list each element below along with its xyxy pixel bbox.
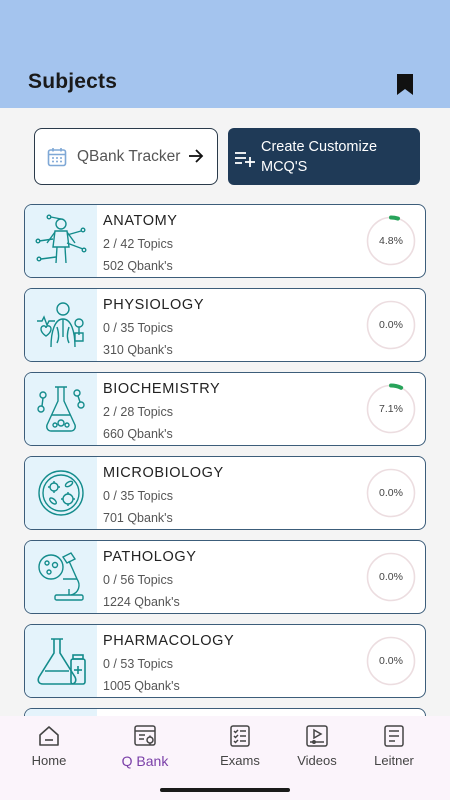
leitner-icon bbox=[384, 725, 404, 747]
physiology-icon bbox=[37, 302, 84, 348]
progress-percent: 7.1% bbox=[379, 403, 403, 415]
subject-card-physiology[interactable]: PHYSIOLOGY 0 / 35 Topics 310 Qbank's 0.0… bbox=[24, 288, 426, 362]
nav-qbank[interactable]: Q Bank bbox=[105, 724, 185, 790]
subject-name: MICROBIOLOGY bbox=[103, 465, 224, 481]
subject-topics: 0 / 56 Topics bbox=[103, 573, 173, 587]
playlist-add-icon bbox=[235, 151, 255, 167]
arrow-right-icon bbox=[189, 149, 204, 163]
subject-qbank-count: 1005 Qbank's bbox=[103, 679, 180, 693]
app-header: Subjects bbox=[0, 0, 450, 108]
progress-percent: 0.0% bbox=[379, 571, 403, 583]
nav-home[interactable]: Home bbox=[9, 724, 89, 790]
subject-topics: 0 / 35 Topics bbox=[103, 321, 173, 335]
home-indicator bbox=[160, 788, 290, 792]
subject-card-partial[interactable] bbox=[24, 708, 426, 716]
subject-card-biochemistry[interactable]: BIOCHEMISTRY 2 / 28 Topics 660 Qbank's 7… bbox=[24, 372, 426, 446]
videos-icon bbox=[306, 725, 328, 747]
subject-qbank-count: 502 Qbank's bbox=[103, 259, 173, 273]
nav-leitner-label: Leitner bbox=[374, 753, 414, 768]
subject-card-pathology[interactable]: PATHOLOGY 0 / 56 Topics 1224 Qbank's 0.0… bbox=[24, 540, 426, 614]
create-customize-mcq-label: Create Customize MCQ'S bbox=[261, 138, 378, 175]
pharmacology-icon bbox=[37, 638, 86, 685]
subject-qbank-count: 1224 Qbank's bbox=[103, 595, 180, 609]
pathology-icon bbox=[38, 552, 84, 601]
subject-card-pharmacology[interactable]: PHARMACOLOGY 0 / 53 Topics 1005 Qbank's … bbox=[24, 624, 426, 698]
subject-card-anatomy[interactable]: ANATOMY 2 / 42 Topics 502 Qbank's 4.8% bbox=[24, 204, 426, 278]
create-customize-mcq-button[interactable]: Create Customize MCQ'S bbox=[228, 128, 420, 185]
anatomy-icon bbox=[35, 214, 87, 264]
subject-icon-box bbox=[25, 541, 97, 613]
page-title: Subjects bbox=[28, 70, 118, 93]
qbank-icon bbox=[134, 725, 156, 746]
nav-leitner[interactable]: Leitner bbox=[354, 724, 434, 790]
progress-percent: 0.0% bbox=[379, 319, 403, 331]
subject-icon-box bbox=[25, 625, 97, 697]
subject-icon-box bbox=[25, 709, 97, 716]
subject-icon-box bbox=[25, 457, 97, 529]
subject-qbank-count: 660 Qbank's bbox=[103, 427, 173, 441]
subject-topics: 2 / 28 Topics bbox=[103, 405, 173, 419]
subject-icon-box bbox=[25, 289, 97, 361]
subject-card-microbiology[interactable]: MICROBIOLOGY 0 / 35 Topics 701 Qbank's 0… bbox=[24, 456, 426, 530]
qbank-tracker-label: QBank Tracker bbox=[77, 147, 181, 165]
nav-home-label: Home bbox=[31, 753, 67, 768]
qbank-tracker-button[interactable]: QBank Tracker bbox=[34, 128, 218, 185]
subject-icon-box bbox=[25, 205, 97, 277]
subject-name: PHARMACOLOGY bbox=[103, 633, 235, 649]
subject-name: ANATOMY bbox=[103, 213, 178, 229]
progress-percent: 0.0% bbox=[379, 487, 403, 499]
nav-qbank-label: Q Bank bbox=[121, 753, 169, 769]
subject-icon-box bbox=[25, 373, 97, 445]
home-icon bbox=[39, 726, 59, 746]
subject-topics: 0 / 53 Topics bbox=[103, 657, 173, 671]
bookmark-icon[interactable] bbox=[396, 73, 414, 96]
nav-videos[interactable]: Videos bbox=[277, 724, 357, 790]
subject-name: PHYSIOLOGY bbox=[103, 297, 205, 313]
nav-exams-label: Exams bbox=[220, 753, 260, 768]
biochemistry-icon bbox=[37, 386, 85, 432]
subject-qbank-count: 701 Qbank's bbox=[103, 511, 173, 525]
progress-percent: 4.8% bbox=[379, 235, 403, 247]
subject-qbank-count: 310 Qbank's bbox=[103, 343, 173, 357]
nav-exams[interactable]: Exams bbox=[200, 724, 280, 790]
subject-topics: 2 / 42 Topics bbox=[103, 237, 173, 251]
subject-name: PATHOLOGY bbox=[103, 549, 197, 565]
nav-videos-label: Videos bbox=[297, 753, 337, 768]
exams-icon bbox=[230, 725, 250, 747]
microbiology-icon bbox=[38, 470, 84, 516]
subjects-list[interactable]: QBank Tracker Create Customize MCQ'S ANA… bbox=[0, 108, 450, 716]
subject-name: BIOCHEMISTRY bbox=[103, 381, 221, 397]
calendar-icon bbox=[47, 147, 67, 166]
progress-percent: 0.0% bbox=[379, 655, 403, 667]
subject-topics: 0 / 35 Topics bbox=[103, 489, 173, 503]
